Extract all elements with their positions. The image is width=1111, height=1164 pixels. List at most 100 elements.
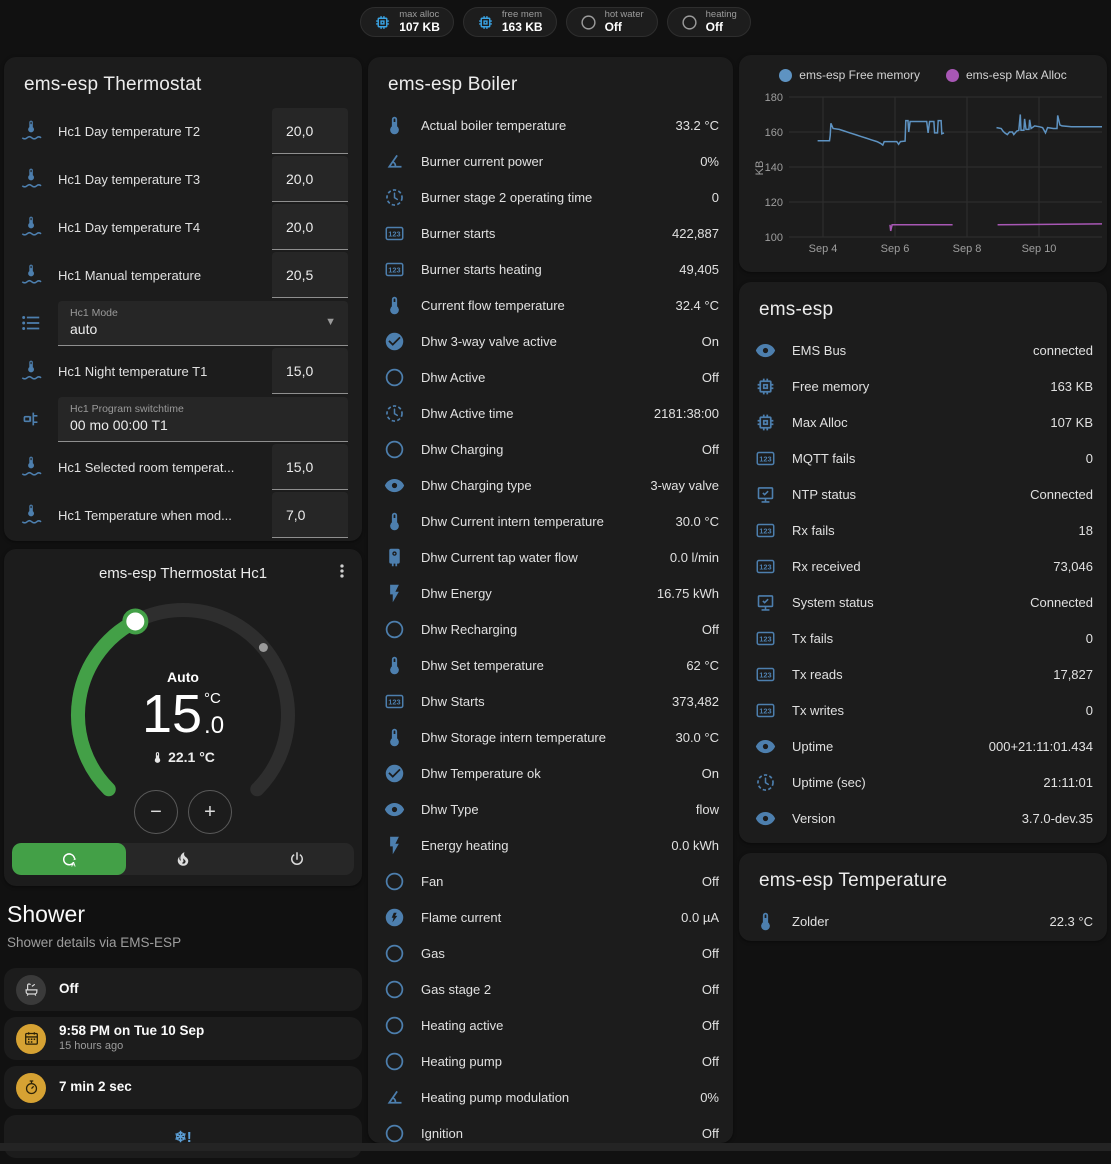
- entity-row[interactable]: Hc1 Night temperature T1 15,0: [4, 347, 362, 395]
- entity-row[interactable]: Uptime (sec) 21:11:01: [739, 764, 1107, 800]
- glance-pill[interactable]: free mem 163 KB: [463, 7, 557, 37]
- pill-value: 163 KB: [502, 21, 543, 35]
- entity-row[interactable]: Burner current power 0%: [368, 143, 733, 179]
- entity-row[interactable]: Dhw Starts 373,482: [368, 683, 733, 719]
- entity-row[interactable]: EMS Bus connected: [739, 332, 1107, 368]
- entity-row[interactable]: Hc1 Day temperature T2 20,0: [4, 107, 362, 155]
- entity-row[interactable]: Version 3.7.0-dev.35: [739, 800, 1107, 836]
- entity-label: Dhw Current tap water flow: [421, 550, 578, 565]
- entity-row[interactable]: Free memory 163 KB: [739, 368, 1107, 404]
- number-input[interactable]: 15,0: [272, 444, 348, 490]
- entity-value: 107 KB: [1050, 415, 1093, 430]
- number-input[interactable]: 20,0: [272, 204, 348, 250]
- entity-row[interactable]: Dhw Current tap water flow 0.0 l/min: [368, 539, 733, 575]
- chip-icon: [755, 412, 776, 433]
- number-input[interactable]: 20,0: [272, 108, 348, 154]
- entity-row[interactable]: Flame current 0.0 µA: [368, 899, 733, 935]
- entity-row[interactable]: Hc1 Temperature when mod... 7,0: [4, 491, 362, 539]
- circle-icon: [384, 1051, 405, 1072]
- pill-label: heating: [706, 10, 737, 21]
- entity-value: Off: [702, 1054, 719, 1069]
- entity-row[interactable]: Dhw 3-way valve active On: [368, 323, 733, 359]
- entity-row[interactable]: Zolder 22.3 °C: [739, 903, 1107, 939]
- glance-pill[interactable]: max alloc 107 KB: [360, 7, 454, 37]
- shower-tile[interactable]: Off: [4, 968, 362, 1011]
- hvac-mode-button[interactable]: [240, 843, 354, 875]
- entity-label: Ignition: [421, 1126, 463, 1141]
- entity-row[interactable]: Dhw Storage intern temperature 30.0 °C: [368, 719, 733, 755]
- chevron-down-icon: ▼: [325, 316, 336, 328]
- hvac-mode-button[interactable]: [12, 843, 126, 875]
- entity-row[interactable]: Dhw Charging Off: [368, 431, 733, 467]
- entity-row[interactable]: Hc1 Day temperature T4 20,0: [4, 203, 362, 251]
- entity-row[interactable]: Energy heating 0.0 kWh: [368, 827, 733, 863]
- entity-row[interactable]: Dhw Type flow: [368, 791, 733, 827]
- entity-row[interactable]: Burner starts heating 49,405: [368, 251, 733, 287]
- glance-pill[interactable]: heating Off: [667, 7, 751, 37]
- shower-tile[interactable]: ❄!: [4, 1115, 362, 1158]
- increase-temp-button[interactable]: +: [188, 790, 232, 834]
- select-input[interactable]: Hc1 Mode auto ▼: [58, 301, 348, 346]
- shower-tile[interactable]: 9:58 PM on Tue 10 Sep 15 hours ago: [4, 1017, 362, 1060]
- entity-row[interactable]: MQTT fails 0: [739, 440, 1107, 476]
- text-input[interactable]: Hc1 Program switchtime 00 mo 00:00 T1: [58, 397, 348, 442]
- entity-row[interactable]: Rx fails 18: [739, 512, 1107, 548]
- chip-icon: [374, 14, 391, 31]
- shower-tile[interactable]: 7 min 2 sec: [4, 1066, 362, 1109]
- number-input[interactable]: 7,0: [272, 492, 348, 538]
- entity-row[interactable]: Ignition Off: [368, 1115, 733, 1143]
- entity-row[interactable]: Rx received 73,046: [739, 548, 1107, 584]
- entity-row[interactable]: Dhw Set temperature 62 °C: [368, 647, 733, 683]
- entity-row[interactable]: Gas stage 2 Off: [368, 971, 733, 1007]
- svg-text:Sep 10: Sep 10: [1022, 243, 1057, 255]
- entity-row[interactable]: Max Alloc 107 KB: [739, 404, 1107, 440]
- entity-row[interactable]: Dhw Energy 16.75 kWh: [368, 575, 733, 611]
- entity-row[interactable]: System status Connected: [739, 584, 1107, 620]
- entity-row[interactable]: Hc1 Mode auto ▼: [4, 299, 362, 347]
- entity-row[interactable]: Hc1 Program switchtime 00 mo 00:00 T1: [4, 395, 362, 443]
- entity-row[interactable]: Dhw Active time 2181:38:00: [368, 395, 733, 431]
- entity-row[interactable]: Dhw Temperature ok On: [368, 755, 733, 791]
- hvac-mode-button[interactable]: [126, 843, 240, 875]
- decrease-temp-button[interactable]: −: [134, 790, 178, 834]
- entity-row[interactable]: Actual boiler temperature 33.2 °C: [368, 107, 733, 143]
- entity-value: 0: [1086, 451, 1093, 466]
- entity-row[interactable]: Tx writes 0: [739, 692, 1107, 728]
- entity-row[interactable]: Current flow temperature 32.4 °C: [368, 287, 733, 323]
- entity-row[interactable]: Heating active Off: [368, 1007, 733, 1043]
- entity-value: 0%: [700, 154, 719, 169]
- entity-row[interactable]: Heating pump modulation 0%: [368, 1079, 733, 1115]
- entity-row[interactable]: Burner starts 422,887: [368, 215, 733, 251]
- timer-icon: [16, 1073, 46, 1103]
- entity-row[interactable]: Hc1 Day temperature T3 20,0: [4, 155, 362, 203]
- entity-label: Dhw Charging: [421, 442, 503, 457]
- entity-row[interactable]: Dhw Current intern temperature 30.0 °C: [368, 503, 733, 539]
- entity-row[interactable]: Gas Off: [368, 935, 733, 971]
- thermostat-settings-card: ems-esp Thermostat Hc1 Day temperature T…: [4, 57, 362, 541]
- entity-row[interactable]: Tx reads 17,827: [739, 656, 1107, 692]
- entity-value: Off: [702, 874, 719, 889]
- entity-row[interactable]: Fan Off: [368, 863, 733, 899]
- entity-row[interactable]: Dhw Recharging Off: [368, 611, 733, 647]
- angle-icon: [384, 1087, 405, 1108]
- entity-row[interactable]: Dhw Charging type 3-way valve: [368, 467, 733, 503]
- pill-label: free mem: [502, 10, 543, 21]
- entity-row[interactable]: Dhw Active Off: [368, 359, 733, 395]
- svg-text:Sep 6: Sep 6: [881, 243, 910, 255]
- entity-row[interactable]: Uptime 000+21:11:01.434: [739, 728, 1107, 764]
- entity-row[interactable]: Heating pump Off: [368, 1043, 733, 1079]
- hvac-mode-bar: [12, 843, 354, 875]
- current-temp-marker: [259, 643, 268, 652]
- circle-icon: [384, 439, 405, 460]
- number-input[interactable]: 20,5: [272, 252, 348, 298]
- glance-pill[interactable]: hot water Off: [566, 7, 658, 37]
- entity-row[interactable]: NTP status Connected: [739, 476, 1107, 512]
- entity-row[interactable]: Tx fails 0: [739, 620, 1107, 656]
- entity-row[interactable]: Hc1 Selected room temperat... 15,0: [4, 443, 362, 491]
- entity-label: Hc1 Night temperature T1: [58, 364, 272, 379]
- number-input[interactable]: 15,0: [272, 348, 348, 394]
- entity-row[interactable]: Hc1 Manual temperature 20,5: [4, 251, 362, 299]
- number-input[interactable]: 20,0: [272, 156, 348, 202]
- thermometer-icon: [755, 911, 776, 932]
- entity-row[interactable]: Burner stage 2 operating time 0: [368, 179, 733, 215]
